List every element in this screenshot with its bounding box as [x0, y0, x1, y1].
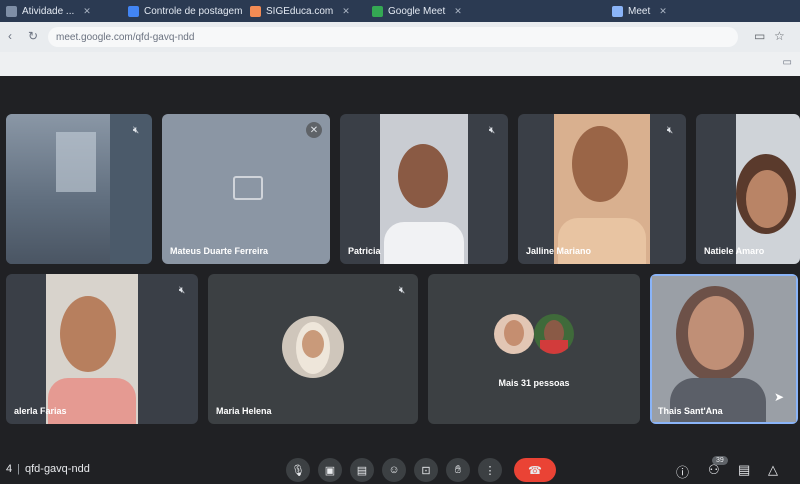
- meeting-controls-bar: 4 | qfd-gavq-ndd 🎙︎ ▣ ▤ ☺ ⊡ ✋︎ ⋮ ☎ ⓘ ⚇ ▤ △: [0, 456, 800, 484]
- participant-tile[interactable]: 🔇︎ Patricia: [340, 114, 508, 264]
- close-tab-icon[interactable]: ✕: [454, 6, 462, 17]
- camera-off-icon: [233, 176, 263, 200]
- activities-icon[interactable]: △: [768, 462, 778, 478]
- emoji-icon: ☺: [388, 464, 400, 476]
- participant-tile[interactable]: 🔇︎ Jalline Mariano: [518, 114, 686, 264]
- captions-icon: ▤: [356, 464, 368, 477]
- participant-shirt: [558, 218, 646, 264]
- address-bar: ‹ ↻ meet.google.com/qfd-gavq-ndd ▭ ☆: [0, 22, 800, 52]
- tab-favicon-icon: [250, 5, 261, 17]
- microphone-icon: 🎙︎: [291, 464, 305, 477]
- more-vert-icon: ⋮: [484, 464, 496, 477]
- mouse-cursor-icon: ➤: [773, 390, 784, 404]
- participant-name: Natiele Amaro: [704, 246, 765, 256]
- video-camera-icon[interactable]: ▭: [754, 29, 765, 43]
- meeting-info: 4 | qfd-gavq-ndd: [6, 463, 90, 475]
- participant-face: [572, 126, 628, 202]
- tab-label: Google Meet: [388, 5, 446, 17]
- participant-name: Jalline Mariano: [526, 246, 592, 256]
- mic-off-icon: 🔇︎: [398, 284, 406, 296]
- others-tile[interactable]: Mais 31 pessoas: [428, 274, 640, 424]
- participant-name: Patricia: [348, 246, 381, 256]
- participant-shirt: [48, 378, 136, 424]
- close-tab-icon[interactable]: ✕: [342, 6, 350, 17]
- browser-tab[interactable]: Controle de postagem ✕: [128, 2, 246, 20]
- tab-label: Meet: [628, 5, 651, 17]
- participant-face: [688, 296, 744, 370]
- participant-tile[interactable]: 🔇︎: [6, 114, 152, 264]
- end-call-icon: ☎: [528, 464, 542, 477]
- emoji-button[interactable]: ☺: [382, 458, 406, 482]
- mic-off-icon: 🔇︎: [488, 124, 496, 136]
- browser-tab-active[interactable]: Meet ✕: [612, 2, 730, 20]
- mic-off-icon: 🔇︎: [666, 124, 674, 136]
- browser-tab-strip: Atividade ... ✕ Controle de postagem ✕ S…: [0, 0, 800, 22]
- avatar: [494, 314, 534, 354]
- participant-face: [398, 144, 448, 208]
- mic-off-icon: 🔇︎: [132, 124, 140, 136]
- tab-label: SIGEduca.com: [266, 5, 334, 17]
- folder-icon[interactable]: ▭: [783, 57, 792, 68]
- tab-favicon-icon: [612, 5, 623, 17]
- participant-name: Thais Sant'Ana: [658, 406, 723, 416]
- close-tab-icon[interactable]: ✕: [659, 6, 667, 17]
- tab-label: Controle de postagem: [144, 5, 243, 17]
- captions-button[interactable]: ▤: [350, 458, 374, 482]
- participant-tile[interactable]: 🔇︎ alerla Farias: [6, 274, 198, 424]
- participant-tile[interactable]: ✕ Mateus Duarte Ferreira: [162, 114, 330, 264]
- mic-off-icon: ✕: [306, 122, 322, 138]
- tab-favicon-icon: [128, 5, 139, 17]
- end-call-button[interactable]: ☎: [514, 458, 556, 482]
- close-tab-icon[interactable]: ✕: [83, 6, 91, 17]
- present-button[interactable]: ⊡: [414, 458, 438, 482]
- meeting-time: 4: [6, 463, 13, 475]
- bookmark-star-icon[interactable]: ☆: [774, 29, 785, 43]
- hand-icon: ✋︎: [454, 463, 462, 476]
- participant-name: Mateus Duarte Ferreira: [170, 246, 269, 256]
- participant-face: [60, 296, 116, 372]
- browser-tab[interactable]: SIGEduca.com ✕: [250, 2, 368, 20]
- present-icon: ⊡: [421, 464, 431, 477]
- url-field[interactable]: meet.google.com/qfd-gavq-ndd: [48, 27, 738, 47]
- reload-icon[interactable]: ↻: [28, 29, 38, 43]
- participant-tile-active-speaker[interactable]: ➤ Thais Sant'Ana: [650, 274, 798, 424]
- others-label: Mais 31 pessoas: [498, 378, 570, 388]
- camera-icon: ▣: [324, 464, 336, 477]
- avatar: [534, 314, 574, 354]
- participant-shirt: [384, 222, 464, 264]
- participant-name: Maria Helena: [216, 406, 272, 416]
- tab-favicon-icon: [372, 5, 383, 17]
- info-icon[interactable]: ⓘ: [676, 462, 689, 481]
- browser-tab[interactable]: Atividade ... ✕: [6, 2, 124, 20]
- raise-hand-button[interactable]: ✋︎: [446, 458, 470, 482]
- tab-favicon-icon: [6, 5, 17, 17]
- window-light: [56, 132, 96, 192]
- url-text: meet.google.com/qfd-gavq-ndd: [56, 31, 195, 43]
- browser-tab[interactable]: Google Meet ✕: [372, 2, 490, 20]
- mic-off-icon: 🔇︎: [178, 284, 186, 296]
- avatar: [282, 316, 344, 378]
- participant-tile[interactable]: Natiele Amaro: [696, 114, 800, 264]
- more-options-button[interactable]: ⋮: [478, 458, 502, 482]
- participant-name: alerla Farias: [14, 406, 67, 416]
- meeting-stage: 🔇︎ ✕ Mateus Duarte Ferreira 🔇︎ Patricia …: [0, 76, 800, 484]
- microphone-button[interactable]: 🎙︎: [286, 458, 310, 482]
- participant-face: [746, 170, 788, 228]
- participant-tile[interactable]: 🔇︎ Maria Helena: [208, 274, 418, 424]
- tab-label: Atividade ...: [22, 5, 75, 17]
- chat-icon[interactable]: ▤: [738, 462, 750, 478]
- participant-count-badge: 39: [712, 456, 728, 465]
- back-arrow-icon[interactable]: ‹: [8, 29, 12, 43]
- camera-button[interactable]: ▣: [318, 458, 342, 482]
- bookmarks-bar: ▭: [0, 52, 800, 76]
- meeting-code: qfd-gavq-ndd: [24, 463, 90, 475]
